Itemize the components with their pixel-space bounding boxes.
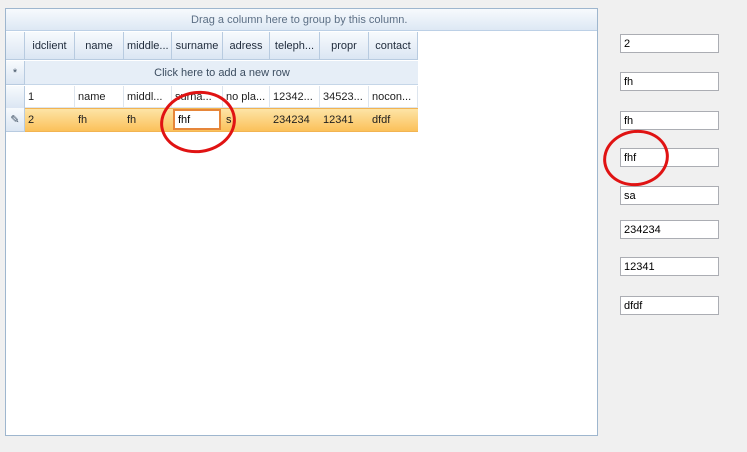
row-indicator-header xyxy=(6,32,25,60)
table-cell[interactable]: nocon... xyxy=(369,86,418,108)
table-cell[interactable]: 34523... xyxy=(320,86,369,108)
table-cell[interactable]: no pla... xyxy=(223,86,270,108)
table-cell[interactable]: name xyxy=(75,86,124,108)
data-grid[interactable]: Drag a column here to group by this colu… xyxy=(5,8,598,436)
table-cell[interactable]: fh xyxy=(124,109,172,131)
column-header-idclient[interactable]: idclient xyxy=(25,32,75,60)
field-propr[interactable] xyxy=(620,257,719,276)
new-row-label[interactable]: Click here to add a new row xyxy=(26,61,418,85)
field-adress[interactable] xyxy=(620,186,719,205)
table-cell[interactable]: middl... xyxy=(124,86,172,108)
cell-editor-surname[interactable] xyxy=(173,109,221,130)
column-header-name[interactable]: name xyxy=(75,32,124,60)
field-contact[interactable] xyxy=(620,296,719,315)
field-middlename[interactable] xyxy=(620,111,719,130)
table-cell[interactable]: surna... xyxy=(172,86,223,108)
field-idclient[interactable] xyxy=(620,34,719,53)
column-header-surname[interactable]: surname xyxy=(172,32,223,60)
column-header-contact[interactable]: contact xyxy=(369,32,418,60)
table-cell[interactable]: 2 xyxy=(25,109,75,131)
table-cell[interactable]: 12341 xyxy=(320,109,369,131)
field-name[interactable] xyxy=(620,72,719,91)
table-cell[interactable]: s xyxy=(223,109,270,131)
table-cell[interactable]: fh xyxy=(75,109,124,131)
column-header-middle[interactable]: middle... xyxy=(124,32,172,60)
table-cell[interactable]: dfdf xyxy=(369,109,418,131)
field-surname[interactable] xyxy=(620,148,719,167)
table-cell[interactable]: 234234 xyxy=(270,109,320,131)
group-by-hint: Drag a column here to group by this colu… xyxy=(191,14,408,26)
new-row-indicator: * xyxy=(6,61,25,85)
column-header-propr[interactable]: propr xyxy=(320,32,369,60)
column-header-adress[interactable]: adress xyxy=(223,32,270,60)
group-by-panel[interactable]: Drag a column here to group by this colu… xyxy=(6,9,597,31)
field-telephone[interactable] xyxy=(620,220,719,239)
row-indicator xyxy=(6,86,25,109)
edit-pencil-icon: ✎ xyxy=(6,108,25,132)
table-cell[interactable]: 12342... xyxy=(270,86,320,108)
table-cell[interactable]: 1 xyxy=(25,86,75,108)
column-header-telephone[interactable]: teleph... xyxy=(270,32,320,60)
